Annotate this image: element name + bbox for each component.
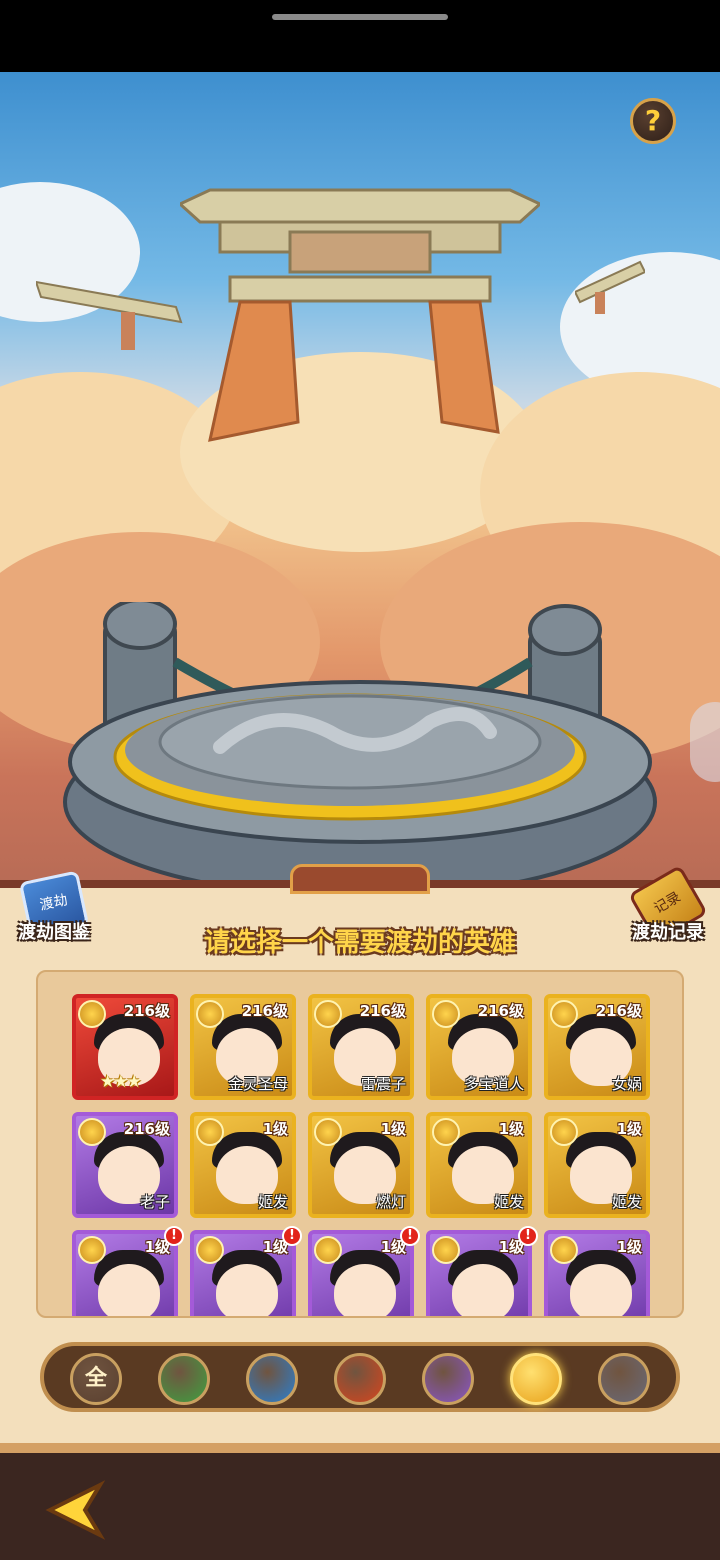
sun-element-icon	[314, 1118, 342, 1146]
sun-element-icon	[432, 1236, 460, 1264]
water-element-icon[interactable]	[246, 1353, 298, 1405]
sun-element-icon	[78, 1000, 106, 1028]
help-button[interactable]: ?	[630, 98, 676, 144]
hero-name: 姬发	[493, 1193, 524, 1211]
moon-element-icon[interactable]	[422, 1353, 474, 1405]
hero-card[interactable]: 1级	[426, 1230, 532, 1316]
sun-element-icon	[196, 1000, 224, 1028]
tribulation-codex-button[interactable]: 渡劫 渡劫图鉴	[6, 870, 102, 966]
heavenly-gate	[180, 188, 540, 442]
hero-name: 多宝道人	[463, 1075, 524, 1093]
hero-name: 姬发	[257, 1193, 288, 1211]
hero-card[interactable]: 216级 ★★★	[72, 994, 178, 1100]
hero-portrait	[98, 1264, 160, 1316]
sun-element-icon	[196, 1236, 224, 1264]
alert-badge: !	[282, 1226, 302, 1246]
element-filter-bar: 全	[40, 1342, 680, 1412]
tribulation-record-button[interactable]: 记录 渡劫记录	[620, 864, 716, 966]
home-indicator	[272, 14, 448, 20]
hero-name: 老子	[139, 1193, 170, 1211]
status-bar	[0, 0, 720, 72]
altar-platform	[63, 602, 657, 899]
all-filter-icon[interactable]: 全	[70, 1353, 122, 1405]
hero-portrait	[570, 1264, 632, 1316]
hero-portrait	[216, 1264, 278, 1316]
hero-level: 1级	[498, 1120, 524, 1138]
hero-card[interactable]: 216级老子	[72, 1112, 178, 1218]
hero-card[interactable]: 1级	[72, 1230, 178, 1316]
sun-element-icon	[78, 1118, 106, 1146]
sun-element-icon	[314, 1000, 342, 1028]
hero-level: 216级	[123, 1120, 170, 1138]
wood-element-icon[interactable]	[158, 1353, 210, 1405]
sun-element-icon	[432, 1000, 460, 1028]
hero-name: 姬发	[611, 1193, 642, 1211]
hero-name: 金灵圣母	[227, 1075, 288, 1093]
hero-card[interactable]: 1级	[308, 1230, 414, 1316]
bottom-border	[0, 1443, 720, 1453]
hero-level: 216级	[359, 1002, 406, 1020]
hero-level: 1级	[616, 1238, 642, 1256]
fire-element-icon[interactable]	[334, 1353, 386, 1405]
hero-card[interactable]: 216级女娲	[544, 994, 650, 1100]
hero-card[interactable]: 216级雷震子	[308, 994, 414, 1100]
hero-card[interactable]: 1级姬发	[190, 1112, 296, 1218]
sun-element-icon	[314, 1236, 342, 1264]
side-arrow-hint	[690, 702, 720, 782]
hero-level: 216级	[123, 1002, 170, 1020]
alert-badge: !	[518, 1226, 538, 1246]
sun-element-icon	[432, 1118, 460, 1146]
hero-stars: ★★★	[100, 1072, 142, 1092]
sun-element-icon[interactable]	[510, 1353, 562, 1405]
alert-badge: !	[164, 1226, 184, 1246]
alert-badge: !	[400, 1226, 420, 1246]
hero-name: 燃灯	[375, 1193, 406, 1211]
hero-card[interactable]: 1级燃灯	[308, 1112, 414, 1218]
hero-card[interactable]: 1级姬发	[426, 1112, 532, 1218]
altar-scene	[0, 72, 720, 902]
sun-element-icon	[550, 1000, 578, 1028]
hero-portrait	[334, 1264, 396, 1316]
hero-level: 1级	[262, 1120, 288, 1138]
back-arrow-icon[interactable]	[40, 1480, 110, 1540]
hero-card[interactable]: 1级姬发	[544, 1112, 650, 1218]
sun-element-icon	[78, 1236, 106, 1264]
hero-card[interactable]: 216级金灵圣母	[190, 994, 296, 1100]
hero-level: 1级	[380, 1120, 406, 1138]
hero-card[interactable]: 1级	[190, 1230, 296, 1316]
hero-name: 女娲	[611, 1075, 642, 1093]
panel-ornament	[290, 864, 430, 894]
sun-element-icon	[550, 1236, 578, 1264]
sun-element-icon	[550, 1118, 578, 1146]
hero-card[interactable]: 1级	[544, 1230, 650, 1316]
floating-gate-right	[575, 260, 645, 314]
hero-grid: 216级 ★★★ 216级 金灵圣母 216级 雷震子 216级 多宝道人 216级 女娲 216级…	[36, 970, 684, 1318]
sun-element-icon	[196, 1118, 224, 1146]
hero-level: 216级	[595, 1002, 642, 1020]
hero-level: 1级	[616, 1120, 642, 1138]
hero-portrait	[452, 1264, 514, 1316]
hero-name: 雷震子	[360, 1075, 406, 1093]
page-title: 请选择一个需要渡劫的英雄	[203, 928, 516, 958]
void-element-icon[interactable]	[598, 1353, 650, 1405]
hero-level: 216级	[241, 1002, 288, 1020]
tribulation-record-label: 渡劫记录	[632, 922, 704, 943]
floating-gate-left	[36, 280, 183, 350]
tribulation-codex-label: 渡劫图鉴	[18, 922, 90, 943]
hero-card[interactable]: 216级多宝道人	[426, 994, 532, 1100]
hero-level: 216级	[477, 1002, 524, 1020]
